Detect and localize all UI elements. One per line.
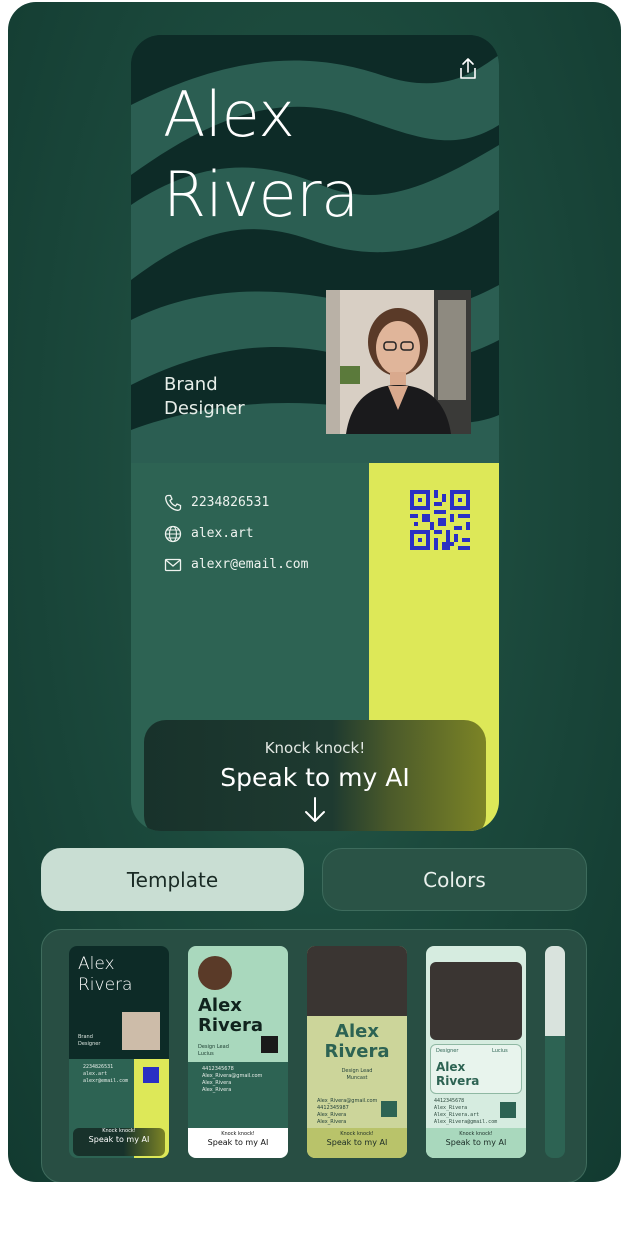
thumb3-first-name: Alex [335, 1021, 379, 1042]
thumb1-qr [143, 1067, 159, 1083]
thumb4-email: Alex_Rivera@gmail.com [434, 1119, 498, 1125]
cta-title: Speak to my AI [220, 763, 410, 792]
profile-photo [326, 290, 471, 434]
phone-icon [163, 493, 183, 513]
template-thumbnail-2[interactable]: Alex Rivera Design Lead Lucius 441234567… [188, 946, 288, 1158]
thumb3-handle: Alex_Rivera [317, 1119, 347, 1125]
thumb1-cta: Knock knock! Speak to my AI [73, 1128, 165, 1156]
thumb1-last-name: Rivera [78, 975, 133, 995]
thumb4-last-name: Rivera [436, 1074, 480, 1088]
thumb1-role2: Designer [78, 1041, 101, 1047]
contact-email[interactable]: alexr@email.com [163, 549, 363, 580]
thumb3-photo [307, 946, 407, 1016]
contact-website[interactable]: alex.art [163, 518, 363, 549]
thumb4-web: Alex_Rivera.art [434, 1112, 480, 1118]
globe-icon [163, 524, 183, 544]
thumb2-role: Design Lead [198, 1044, 229, 1050]
thumb4-cta: Knock knock! Speak to my AI [426, 1128, 526, 1158]
speak-to-ai-button[interactable]: Knock knock! Speak to my AI [144, 720, 486, 831]
thumb2-cta: Knock knock! Speak to my AI [188, 1128, 288, 1158]
thumb1-role1: Brand [78, 1034, 93, 1040]
contact-list: 2234826531 alex.art alexr@email.com [163, 487, 363, 580]
thumb2-qr [261, 1036, 278, 1053]
thumb1-email: alexr@email.com [83, 1078, 129, 1084]
thumb2-last-name: Rivera [198, 1015, 263, 1036]
thumb2-email: Alex_Rivera@gmail.com [202, 1073, 263, 1079]
thumb2-cta-big: Speak to my AI [207, 1138, 269, 1147]
card-first-name: Alex [163, 78, 295, 151]
mail-icon [163, 555, 183, 575]
thumb2-phone: 4412345678 [202, 1066, 234, 1072]
thumb2-web: Alex_Rivera [202, 1080, 232, 1086]
thumb3-cta-small: Knock knock! [340, 1131, 374, 1137]
thumb2-handle: Alex_Rivera [202, 1087, 232, 1093]
thumb4-role: Designer [436, 1048, 459, 1054]
thumb2-company: Lucius [198, 1051, 214, 1057]
thumb4-handle: Alex_Rivera [434, 1105, 468, 1111]
thumb3-web: Alex_Rivera [317, 1112, 347, 1118]
thumb1-phone: 2234826531 [83, 1064, 114, 1070]
thumb4-cta-big: Speak to my AI [445, 1138, 507, 1147]
template-carousel[interactable]: Alex Rivera Brand Designer 2234826531 al… [41, 929, 587, 1182]
thumb1-web: alex.art [83, 1071, 108, 1077]
business-card-preview: Alex Rivera Brand Designer 2234826531 al… [131, 35, 499, 831]
thumb2-first-name: Alex [198, 995, 242, 1016]
cta-subtitle: Knock knock! [264, 739, 366, 757]
website-text: alex.art [191, 526, 254, 541]
qr-code-icon[interactable] [410, 490, 470, 550]
thumb3-cta-big: Speak to my AI [326, 1138, 388, 1147]
thumb4-company: Lucius [492, 1048, 508, 1054]
card-role-line2: Designer [164, 398, 245, 419]
email-text: alexr@email.com [191, 557, 309, 572]
thumb2-photo [198, 956, 232, 990]
template-thumbnail-1[interactable]: Alex Rivera Brand Designer 2234826531 al… [69, 946, 169, 1158]
thumb2-cta-small: Knock knock! [221, 1131, 255, 1137]
thumb3-email: Alex_Rivera@gmail.com [317, 1098, 378, 1104]
arrow-down-icon [305, 797, 325, 822]
thumb3-company: Muncast [346, 1075, 368, 1081]
template-thumbnail-5[interactable] [545, 946, 565, 1158]
template-thumbnail-3[interactable]: Alex Rivera Design Lead Muncast Alex_Riv… [307, 946, 407, 1158]
card-role-line1: Brand [164, 374, 218, 395]
thumb1-first-name: Alex [78, 954, 115, 974]
card-last-name: Rivera [163, 158, 359, 231]
thumb4-qr [500, 1102, 516, 1118]
thumb4-cta-small: Knock knock! [459, 1131, 493, 1137]
contact-phone[interactable]: 2234826531 [163, 487, 363, 518]
thumb4-photo [430, 962, 522, 1040]
card-name: Alex Rivera [163, 75, 463, 235]
template-thumbnail-4[interactable]: Designer Lucius Alex Rivera 4412345678 A… [426, 946, 526, 1158]
thumb4-phone: 4412345678 [434, 1098, 465, 1104]
tab-colors[interactable]: Colors [322, 848, 587, 911]
card-role: Brand Designer [164, 373, 314, 421]
phone-text: 2234826531 [191, 495, 270, 510]
thumb3-qr [381, 1101, 397, 1117]
thumb4-first-name: Alex [436, 1060, 466, 1074]
thumb3-role: Design Lead [341, 1068, 373, 1074]
editor-panel: Alex Rivera Brand Designer 2234826531 al… [8, 2, 621, 1182]
card-header: Alex Rivera Brand Designer [131, 35, 499, 463]
thumb1-cta-small: Knock knock! [102, 1128, 136, 1134]
thumb1-cta-big: Speak to my AI [88, 1135, 150, 1144]
thumb1-photo [122, 1012, 160, 1050]
thumb3-cta: Knock knock! Speak to my AI [307, 1128, 407, 1158]
thumb3-phone: 4412345987 [317, 1105, 349, 1111]
tab-template[interactable]: Template [41, 848, 304, 911]
thumb3-last-name: Rivera [324, 1041, 390, 1062]
